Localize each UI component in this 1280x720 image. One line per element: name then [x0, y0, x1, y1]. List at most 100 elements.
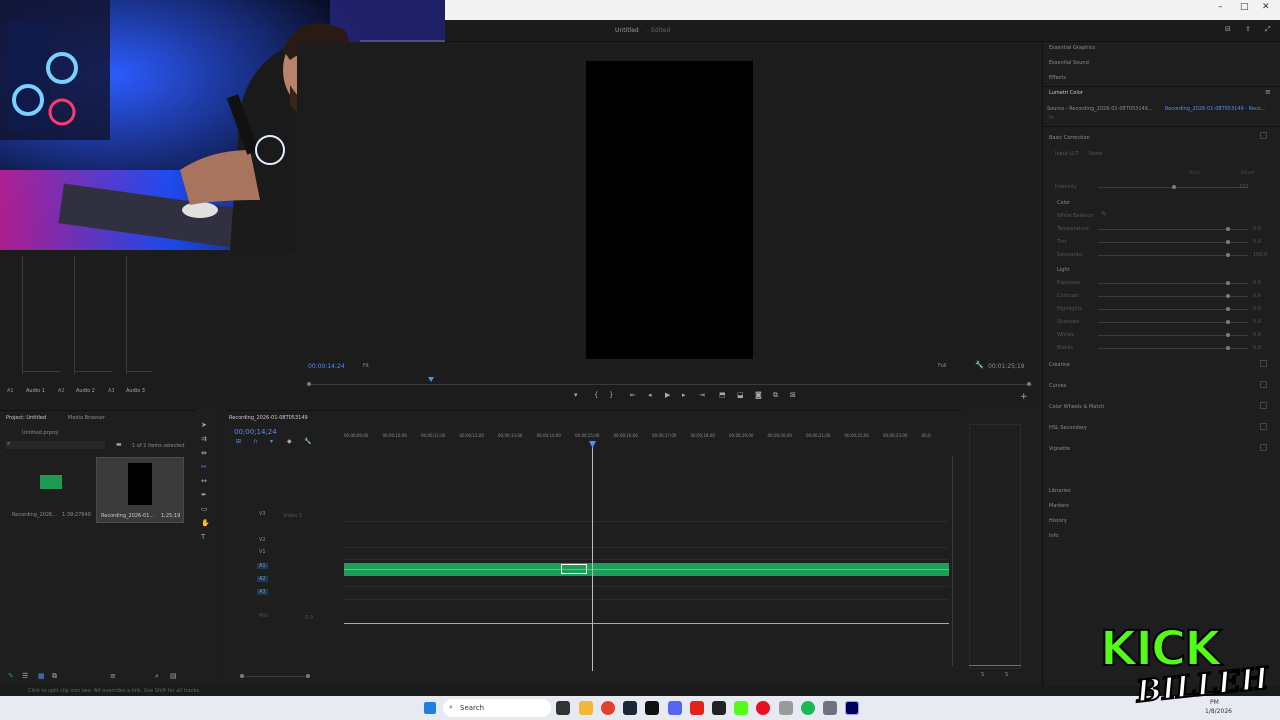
- app-red-icon[interactable]: [690, 701, 704, 715]
- minimize-button[interactable]: –: [1218, 2, 1223, 12]
- chrome-icon[interactable]: [601, 701, 615, 715]
- settings-wrench-icon[interactable]: 🔧: [304, 439, 311, 445]
- slider-knob[interactable]: [1225, 346, 1230, 350]
- program-timecode[interactable]: 00;00;14;24: [308, 363, 345, 370]
- track-lane[interactable]: [344, 521, 949, 522]
- section-enable-checkbox[interactable]: [1260, 423, 1267, 430]
- adjustment-slider[interactable]: [1098, 333, 1248, 337]
- slider-knob[interactable]: [1225, 294, 1230, 298]
- spotify-icon[interactable]: [801, 701, 815, 715]
- export-frame-icon[interactable]: ◙: [755, 392, 762, 399]
- slider-value[interactable]: 0.0: [1253, 239, 1261, 245]
- workspaces-icon[interactable]: ⊟: [1225, 26, 1231, 33]
- effects-tab[interactable]: Effects: [1049, 75, 1066, 81]
- slip-tool-icon[interactable]: ↔: [201, 478, 207, 485]
- adjustment-slider[interactable]: [1098, 294, 1248, 298]
- wrench-icon[interactable]: 🔧: [975, 362, 984, 369]
- lift-icon[interactable]: ⬒: [719, 392, 726, 399]
- add-button-icon[interactable]: +: [1020, 393, 1028, 402]
- type-tool-icon[interactable]: T: [201, 534, 205, 541]
- timeline-ruler[interactable]: 00;00;09;00 00;00;10;00 00;00;11;00 00;00;1…: [344, 431, 949, 443]
- task-view-icon[interactable]: [556, 701, 570, 715]
- section-enable-checkbox[interactable]: [1260, 381, 1267, 388]
- slider-value[interactable]: 0.0: [1253, 280, 1261, 286]
- track-target-v2[interactable]: V2: [257, 537, 268, 543]
- light-subheader[interactable]: Light: [1057, 267, 1069, 273]
- comparison-view-icon[interactable]: ⧉: [773, 392, 778, 399]
- mix-volume-value[interactable]: 0.0: [305, 615, 313, 621]
- hand-tool-icon[interactable]: ✋: [201, 520, 210, 527]
- kick-app-icon[interactable]: [734, 701, 748, 715]
- track-lane[interactable]: [344, 586, 949, 587]
- panel-menu-icon[interactable]: ≡: [1265, 89, 1271, 96]
- file-explorer-icon[interactable]: [579, 701, 593, 715]
- lumetri-section-header[interactable]: HSL Secondary: [1049, 425, 1087, 431]
- snap-icon[interactable]: ⊞: [236, 439, 241, 445]
- slider-value[interactable]: 100.0: [1253, 252, 1267, 258]
- adjustment-slider[interactable]: [1098, 346, 1248, 350]
- program-scrubber[interactable]: [307, 382, 1032, 386]
- lumetri-section-header[interactable]: Creative: [1049, 362, 1070, 368]
- section-enable-checkbox[interactable]: [1260, 402, 1267, 409]
- track-lane[interactable]: [344, 559, 949, 560]
- marker-icon[interactable]: ◆: [287, 439, 292, 445]
- go-to-in-icon[interactable]: ⇤: [630, 392, 636, 399]
- intensity-slider[interactable]: [1098, 185, 1248, 189]
- clip-selection-box[interactable]: [561, 564, 587, 574]
- lumetri-clip[interactable]: Recording_2026-01-08T053149 - Reco...: [1165, 106, 1266, 112]
- slider-knob[interactable]: [1225, 227, 1230, 231]
- lumetri-section-header[interactable]: Curves: [1049, 383, 1066, 389]
- auto-button[interactable]: Auto: [1189, 170, 1201, 176]
- step-back-icon[interactable]: ◂: [648, 392, 652, 399]
- lumetri-section-header[interactable]: Vignette: [1049, 446, 1070, 452]
- sequence-tab[interactable]: Recording_2026-01-08T053149: [229, 415, 308, 421]
- proxy-icon[interactable]: ⊠: [790, 392, 796, 399]
- track-lane[interactable]: [344, 547, 949, 548]
- panel-tab[interactable]: Info: [1049, 533, 1058, 539]
- ripple-edit-icon[interactable]: ⇹: [201, 450, 207, 457]
- adjustment-slider[interactable]: [1098, 253, 1248, 257]
- timeline-zoom-bar[interactable]: [240, 674, 310, 678]
- slider-knob[interactable]: [1225, 253, 1230, 257]
- track-target-a3[interactable]: A3: [257, 589, 268, 595]
- x-app-icon[interactable]: [712, 701, 726, 715]
- app-grey-icon[interactable]: [779, 701, 793, 715]
- premiere-pro-icon[interactable]: [845, 701, 859, 715]
- input-lut-select[interactable]: None: [1089, 151, 1102, 157]
- track-target-a1[interactable]: A1: [257, 563, 268, 569]
- new-bin-icon[interactable]: ▬: [116, 442, 122, 448]
- tab-media-browser[interactable]: Media Browser: [68, 415, 105, 421]
- slider-knob[interactable]: [1225, 307, 1230, 311]
- playhead-handle[interactable]: [589, 441, 597, 448]
- taskbar-search-box[interactable]: ⌕ Search: [443, 699, 551, 717]
- mark-in-icon[interactable]: {: [594, 392, 598, 399]
- reset-button[interactable]: Reset: [1241, 170, 1255, 176]
- settings-icon[interactable]: [823, 701, 837, 715]
- steam-icon[interactable]: [623, 701, 637, 715]
- project-search-input[interactable]: ⌕: [5, 441, 105, 449]
- mark-out-icon[interactable]: }: [609, 392, 613, 399]
- intensity-value[interactable]: 100: [1239, 184, 1249, 190]
- selection-tool-icon[interactable]: ➤: [201, 422, 207, 429]
- project-item-audio[interactable]: Recording_2026... 1:39:27840: [4, 457, 94, 523]
- discord-icon[interactable]: [668, 701, 682, 715]
- color-subheader[interactable]: Color: [1057, 200, 1070, 206]
- zoom-select[interactable]: Fit: [363, 363, 369, 369]
- essential-graphics-tab[interactable]: Essential Graphics: [1049, 45, 1095, 51]
- slider-value[interactable]: 0.0: [1253, 306, 1261, 312]
- timeline-playhead[interactable]: [592, 441, 594, 671]
- panel-tab[interactable]: Libraries: [1049, 488, 1071, 494]
- mix-volume-line[interactable]: [344, 623, 949, 624]
- audio-clip-a1[interactable]: [344, 563, 949, 576]
- vertical-scrollbar[interactable]: [952, 456, 953, 666]
- track-target-v1[interactable]: V1: [257, 549, 268, 555]
- slider-value[interactable]: 0.0: [1253, 332, 1261, 338]
- panel-tab[interactable]: Markers: [1049, 503, 1069, 509]
- program-playhead[interactable]: [428, 377, 434, 382]
- add-marker-icon[interactable]: ▾: [270, 439, 273, 445]
- rectangle-tool-icon[interactable]: ▭: [201, 506, 208, 513]
- extract-icon[interactable]: ⬓: [737, 392, 744, 399]
- go-to-out-icon[interactable]: ⇥: [699, 392, 705, 399]
- adjustment-slider[interactable]: [1098, 281, 1248, 285]
- adjustment-slider[interactable]: [1098, 320, 1248, 324]
